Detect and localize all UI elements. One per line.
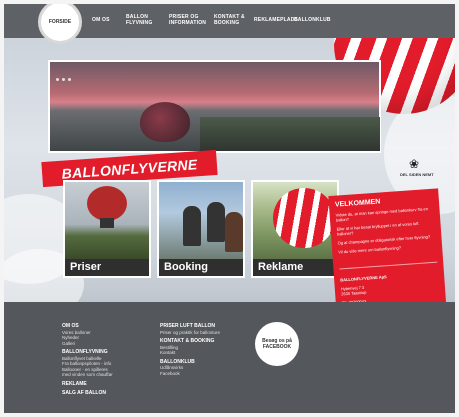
image-slider[interactable]: [48, 60, 381, 153]
footer-link[interactable]: Facebook: [160, 371, 220, 377]
nav-item-reklameplads[interactable]: REKLAMEPLADS: [254, 17, 298, 23]
slider-balloon-image: [140, 102, 190, 142]
person-image: [207, 202, 225, 242]
slider-dot[interactable]: [56, 78, 59, 81]
nav-item-ballonflyvning[interactable]: BALLON FLYVNING: [126, 14, 160, 26]
card-reklame-image: [253, 182, 337, 259]
footer-link-salg[interactable]: SALG AF BALLON: [62, 390, 113, 397]
footer-link[interactable]: Kontakt: [160, 350, 220, 356]
basket-image: [100, 218, 114, 228]
slider-dots[interactable]: [56, 68, 74, 86]
footer: OM OS Vores balloner Nyheder Galleri BAL…: [4, 302, 455, 413]
welcome-divider: [339, 261, 438, 270]
slider-landscape: [200, 117, 380, 151]
page: FORSIDE OM OS BALLON FLYVNING PRISER OG …: [4, 4, 455, 413]
person-image: [183, 206, 201, 246]
footer-column-2: PRISER LUFT BALLON Priser og praktik for…: [160, 320, 220, 376]
facebook-button[interactable]: Besøg os på FACEBOOK: [255, 322, 299, 366]
nav-item-om-os[interactable]: OM OS: [92, 17, 110, 23]
footer-column-1: OM OS Vores balloner Nyheder Galleri BAL…: [62, 320, 113, 397]
bird-logo-icon[interactable]: ❀: [409, 157, 419, 171]
feature-cards: Priser Booking Reklame: [63, 180, 343, 278]
footer-link[interactable]: Galleri: [62, 341, 113, 347]
card-reklame-label: Reklame: [258, 261, 304, 273]
top-navigation: FORSIDE OM OS BALLON FLYVNING PRISER OG …: [4, 4, 455, 44]
person-image: [225, 212, 243, 252]
balloon-image: [87, 186, 127, 221]
nav-home-button[interactable]: FORSIDE: [38, 4, 82, 44]
card-priser-label: Priser: [70, 261, 102, 273]
footer-link[interactable]: Priser og praktik for ballonture: [160, 330, 220, 336]
nav-item-priser[interactable]: PRISER OG INFORMATION: [169, 14, 209, 26]
nav-item-ballonklub[interactable]: BALLONKLUB: [294, 17, 331, 23]
footer-link-reklame[interactable]: REKLAME: [62, 381, 113, 388]
facebook-label: Besøg os på FACEBOOK: [262, 338, 292, 350]
slider-dot[interactable]: [62, 78, 65, 81]
card-booking-image: [159, 182, 243, 259]
footer-link[interactable]: med vinden som chauffør: [62, 372, 113, 378]
card-priser-image: [65, 182, 149, 259]
card-priser[interactable]: Priser: [63, 180, 151, 278]
logo-caption: DEL SIDEN NEMT: [400, 172, 434, 177]
card-booking[interactable]: Booking: [157, 180, 245, 278]
card-reklame[interactable]: Reklame: [251, 180, 339, 278]
balloon-image: [273, 188, 335, 248]
card-booking-label: Booking: [164, 261, 208, 273]
nav-home-label: FORSIDE: [48, 19, 72, 25]
slider-dot[interactable]: [68, 78, 71, 81]
nav-item-kontakt[interactable]: KONTAKT & BOOKING: [214, 14, 252, 26]
brand-title: BALLONFLYVERNE: [61, 155, 198, 182]
